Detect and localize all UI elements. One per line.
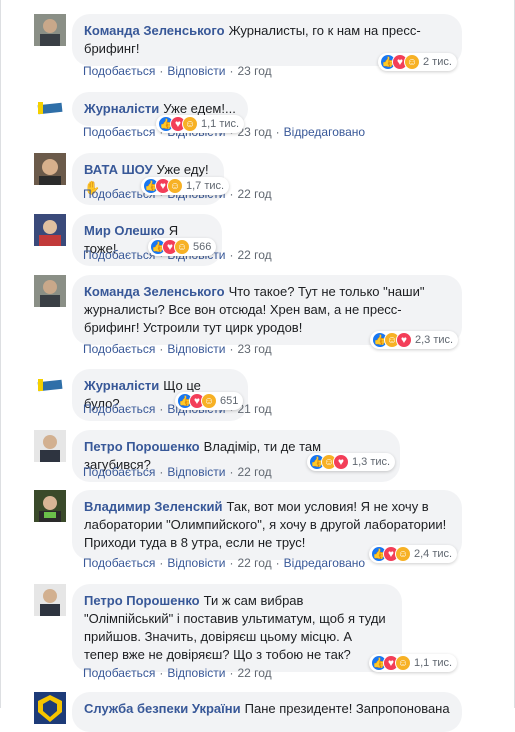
comment-time[interactable]: 23 год	[237, 64, 271, 78]
like-link[interactable]: Подобається	[83, 402, 155, 416]
comment-author[interactable]: Журналісти	[84, 378, 159, 393]
reaction-count: 2,4 тис.	[414, 548, 453, 560]
comment-bubble: Служба безпеки України Пане президенте! З…	[72, 692, 462, 732]
love-reaction-icon: ♥	[333, 454, 349, 470]
like-link[interactable]: Подобається	[83, 248, 155, 262]
reaction-count: 651	[220, 395, 239, 407]
reaction-count: 1,3 тис.	[352, 456, 391, 468]
comment-time[interactable]: 21 год	[237, 402, 271, 416]
comment-text: Уже едем!...	[163, 101, 236, 116]
comment-author[interactable]: Команда Зеленського	[84, 284, 225, 299]
comment-time[interactable]: 22 год	[237, 187, 271, 201]
comment-author[interactable]: Служба безпеки України	[84, 701, 241, 716]
comment-time[interactable]: 22 год	[237, 248, 271, 262]
comment-actions: Подобається·Відповісти·22 год	[83, 666, 272, 680]
reaction-count: 1,1 тис.	[201, 118, 240, 130]
like-link[interactable]: Подобається	[83, 465, 155, 479]
comment-author[interactable]: ВАТА ШОУ	[84, 162, 153, 177]
comment-actions: Подобається·Відповісти·22 год	[83, 465, 272, 479]
reaction-count: 566	[193, 241, 212, 253]
reactions-badge[interactable]: 👍 ♥ ☺ 566	[148, 238, 217, 256]
reactions-badge[interactable]: 👍 ♥ ☺ 1,1 тис.	[369, 654, 458, 672]
haha-reaction-icon: ☺	[182, 116, 198, 132]
avatar[interactable]	[34, 153, 66, 185]
reply-link[interactable]: Відповісти	[167, 556, 225, 570]
comment-author[interactable]: Журналісти	[84, 101, 159, 116]
comment-actions: Подобається · Відповісти · 23 год	[83, 64, 272, 78]
love-reaction-icon: ♥	[396, 332, 412, 348]
comment-text: Уже еду!	[156, 162, 209, 177]
comment-author[interactable]: Петро Порошенко	[84, 439, 200, 454]
haha-reaction-icon: ☺	[167, 178, 183, 194]
avatar[interactable]	[34, 692, 66, 724]
haha-reaction-icon: ☺	[395, 655, 411, 671]
comment-author[interactable]: Мир Олешко	[84, 223, 165, 238]
reply-link[interactable]: Відповісти	[167, 666, 225, 680]
reactions-badge[interactable]: 👍 ♥ ☺ 1,1 тис.	[156, 115, 245, 133]
reactions-badge[interactable]: 👍 ♥ ☺ 1,7 тис.	[141, 177, 230, 195]
avatar[interactable]	[34, 369, 66, 401]
avatar[interactable]	[34, 430, 66, 462]
reactions-badge[interactable]: 👍 ♥ ☺ 2 тис.	[378, 53, 457, 71]
comment-text: Пане президенте! Запропонована	[244, 701, 450, 716]
comment-author[interactable]: Петро Порошенко	[84, 593, 200, 608]
edited-link[interactable]: Відредаговано	[284, 125, 365, 139]
haha-reaction-icon: ☺	[404, 54, 420, 70]
comment-time[interactable]: 22 год	[237, 465, 271, 479]
like-link[interactable]: Подобається	[83, 666, 155, 680]
comment-bubble: Петро Порошенко Ти ж сам вибрав "Олімпійс…	[72, 584, 402, 672]
reaction-count: 1,7 тис.	[186, 180, 225, 192]
avatar[interactable]	[34, 92, 66, 124]
reply-link[interactable]: Відповісти	[167, 465, 225, 479]
edited-link[interactable]: Відредаговано	[284, 556, 365, 570]
comment-author[interactable]: Команда Зеленського	[84, 23, 225, 38]
reaction-count: 2,3 тис.	[415, 334, 454, 346]
comment-author[interactable]: Владимир Зеленский	[84, 499, 223, 514]
comment-actions: Подобається · Відповісти · 23 год	[83, 342, 272, 356]
like-link[interactable]: Подобається	[83, 64, 155, 78]
reactions-badge[interactable]: 👍 ♥ ☺ 2,4 тис.	[369, 545, 458, 563]
like-link[interactable]: Подобається	[83, 342, 155, 356]
like-link[interactable]: Подобається	[83, 556, 155, 570]
avatar[interactable]	[34, 490, 66, 522]
comment-time[interactable]: 22 год	[237, 556, 271, 570]
comments-panel: Команда Зеленського Журналисты, го к нам …	[0, 0, 515, 732]
avatar[interactable]	[34, 275, 66, 307]
reactions-badge[interactable]: 👍 ♥ ☺ 651	[175, 392, 244, 410]
reply-link[interactable]: Відповісти	[167, 342, 225, 356]
reactions-badge[interactable]: 👍 ☺ ♥ 1,3 тис.	[307, 453, 396, 471]
avatar[interactable]	[34, 214, 66, 246]
reactions-badge[interactable]: 👍 ☺ ♥ 2,3 тис.	[370, 331, 459, 349]
comment-time[interactable]: 23 год	[237, 342, 271, 356]
avatar[interactable]	[34, 14, 66, 46]
reaction-count: 1,1 тис.	[414, 657, 453, 669]
reply-link[interactable]: Відповісти	[167, 64, 225, 78]
haha-reaction-icon: ☺	[395, 546, 411, 562]
reaction-count: 2 тис.	[423, 56, 452, 68]
like-link[interactable]: Подобається	[83, 125, 155, 139]
avatar[interactable]	[34, 584, 66, 616]
haha-reaction-icon: ☺	[201, 393, 217, 409]
comment-time[interactable]: 22 год	[237, 666, 271, 680]
comment-actions: Подобається · Відповісти · 22 год · Відредагов…	[83, 556, 366, 570]
haha-reaction-icon: ☺	[174, 239, 190, 255]
